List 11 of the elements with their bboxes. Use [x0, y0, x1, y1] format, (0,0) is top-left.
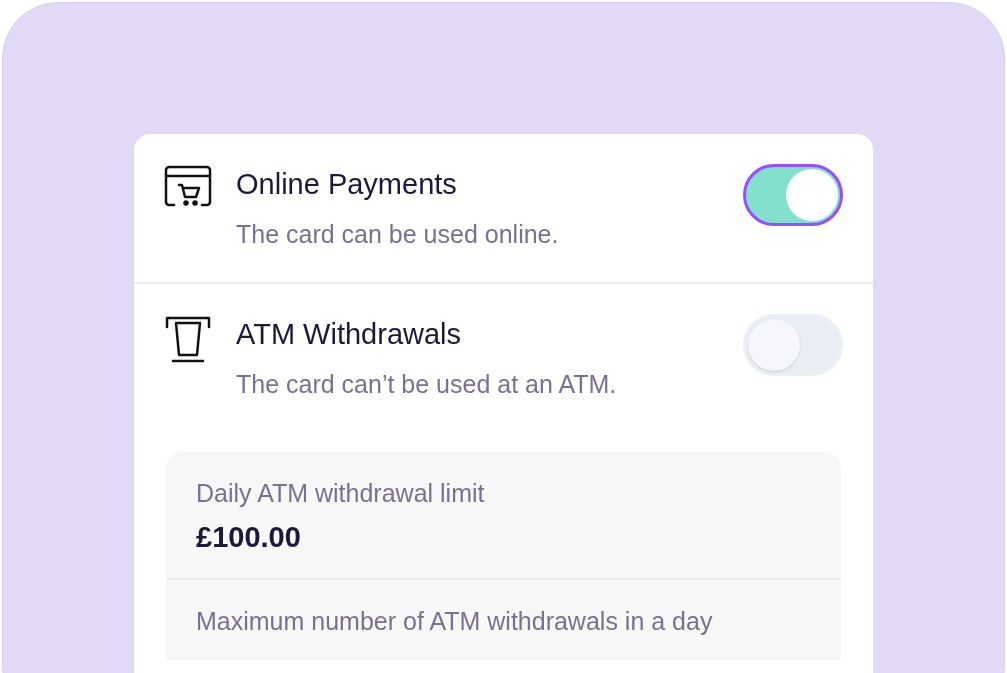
atm-icon — [164, 315, 212, 363]
setting-title: ATM Withdrawals — [236, 317, 463, 352]
setting-description: The card can’t be used at an ATM. — [236, 369, 618, 400]
setting-description: The card can be used online. — [236, 219, 560, 250]
toggle-knob — [786, 169, 838, 221]
limit-label: Maximum number of ATM withdrawals in a day — [196, 606, 714, 637]
setting-title: Online Payments — [236, 167, 458, 202]
limit-value: £100.00 — [196, 520, 302, 555]
cart-window-icon — [164, 165, 212, 209]
limit-label: Daily ATM withdrawal limit — [196, 478, 486, 509]
toggle-knob — [748, 319, 800, 371]
